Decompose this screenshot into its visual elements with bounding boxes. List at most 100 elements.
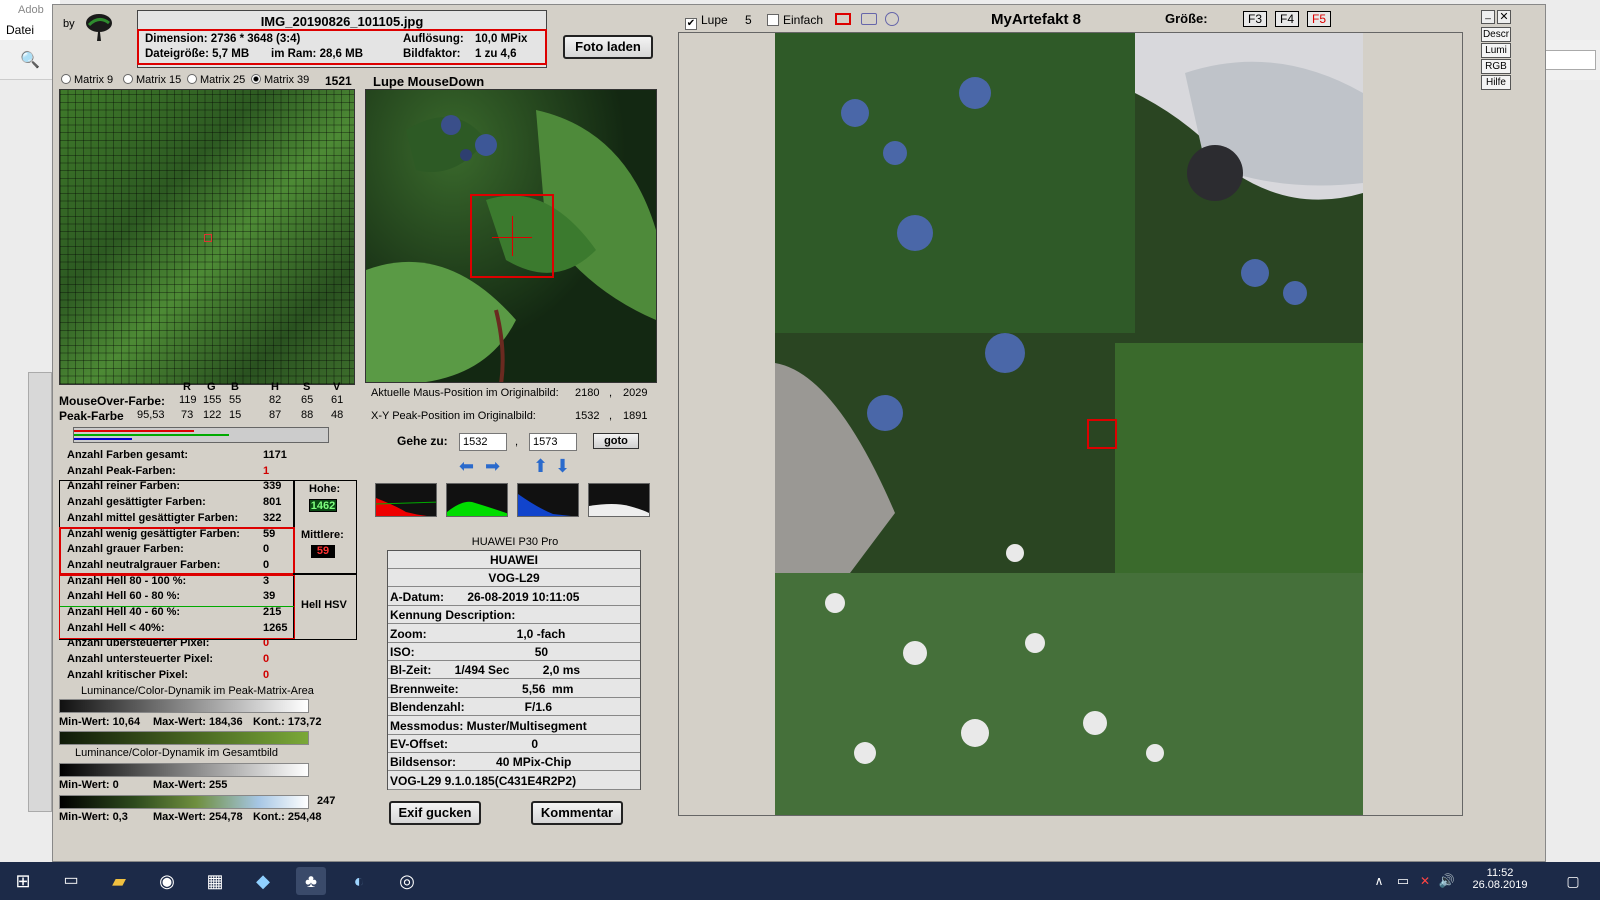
- rgb-button[interactable]: RGB: [1481, 59, 1511, 74]
- peak-contrast-value: Kont.: 173,72: [253, 716, 322, 728]
- stat-value: 1171: [263, 449, 287, 461]
- viewer-icon[interactable]: ◎: [392, 867, 422, 895]
- close-button[interactable]: ✕: [1497, 10, 1511, 24]
- clock-time: 11:52: [1486, 867, 1514, 879]
- peak-color-label: Peak-Farbe: [59, 409, 124, 423]
- exif-row: Blendenzahl: F/1.6: [388, 698, 640, 717]
- exif-row: EV-Offset: 0: [388, 735, 640, 753]
- volume-icon[interactable]: 🔊: [1432, 867, 1462, 895]
- exif-row: Messmodus: Muster/Multisegment: [388, 717, 640, 735]
- file-stats-box: Dimension: 2736 * 3648 (3:4) Auflösung: …: [137, 29, 547, 65]
- descr-button[interactable]: Descr: [1481, 27, 1511, 42]
- total-color-gradient: [59, 795, 309, 809]
- mouseover-r: 119: [179, 394, 197, 406]
- exif-row: Kennung Description:: [388, 606, 640, 625]
- high-label: Hohe:: [309, 483, 341, 495]
- lupe-checkbox[interactable]: ✔ Lupe: [685, 13, 728, 30]
- minimize-button[interactable]: _: [1481, 10, 1495, 24]
- mouse-y: 2029: [623, 387, 648, 399]
- green-histogram: [446, 483, 508, 517]
- background-app-menu[interactable]: Datei: [0, 20, 60, 40]
- exif-row: Zoom: 1,0 -fach: [388, 625, 640, 643]
- arrow-right-icon[interactable]: ➡: [485, 457, 501, 475]
- goto-button[interactable]: goto: [593, 433, 639, 449]
- lumi-button[interactable]: Lumi: [1481, 43, 1511, 58]
- start-icon[interactable]: ⊞: [8, 867, 38, 895]
- matrix-center-marker: [204, 234, 212, 242]
- comment-button[interactable]: Kommentar: [531, 801, 623, 825]
- imagefactor-label: Bildfaktor:: [403, 48, 461, 60]
- goto-x-input[interactable]: 1532: [459, 433, 507, 451]
- hell-hsv-label: Hell HSV: [301, 599, 347, 611]
- task-view-icon[interactable]: ▭: [56, 867, 86, 895]
- total-dynamics-title: Luminance/Color-Dynamik im Gesamtbild: [75, 747, 278, 759]
- file-explorer-icon[interactable]: ▰: [104, 867, 134, 895]
- app-icon-blue[interactable]: ◆: [248, 867, 278, 895]
- medium-label: Mittlere:: [301, 529, 344, 541]
- load-photo-button[interactable]: Foto laden: [563, 35, 653, 59]
- notification-icon[interactable]: ▢: [1558, 867, 1588, 895]
- matrix39-radio[interactable]: Matrix 39: [251, 74, 309, 86]
- mouse-x: 2180: [575, 387, 600, 399]
- circle-shape-icon[interactable]: [885, 12, 899, 26]
- photoshop-taskbar-icon[interactable]: ◐: [344, 867, 374, 895]
- resolution-value: 10,0 MPix: [475, 33, 528, 45]
- color-level-bar: [73, 427, 329, 443]
- app-title: MyArtefakt 8: [991, 11, 1082, 28]
- magnifier-selection: [470, 194, 554, 278]
- resolution-label: Auflösung:: [403, 33, 464, 45]
- arrow-left-icon[interactable]: ⬅: [459, 457, 475, 475]
- matrix15-radio[interactable]: Matrix 15: [123, 74, 181, 86]
- stat-value: 0: [263, 653, 270, 666]
- mouseover-color-label: MouseOver-Farbe:: [59, 394, 166, 408]
- stat-value: 0: [263, 668, 270, 681]
- color-gradient-count: 247: [317, 795, 336, 807]
- clock-date: 26.08.2019: [1472, 879, 1528, 891]
- arrow-up-icon[interactable]: ⬆: [533, 457, 549, 475]
- taskbar-clock[interactable]: 11:52 26.08.2019: [1470, 867, 1530, 891]
- exif-row: VOG-L29 9.1.0.185(C431E4R2P2): [388, 772, 640, 790]
- goto-y-input[interactable]: 1573: [529, 433, 577, 451]
- mouse-position-label: Aktuelle Maus-Position im Originalbild:: [371, 387, 559, 399]
- image-canvas[interactable]: [678, 32, 1463, 816]
- f4-button[interactable]: F4: [1275, 11, 1299, 27]
- peak-b: 15: [229, 409, 242, 421]
- exif-button[interactable]: Exif gucken: [389, 801, 481, 825]
- rounded-rect-icon[interactable]: [861, 13, 877, 25]
- lupe-number: 5: [745, 13, 752, 27]
- background-right-panel: [1540, 40, 1600, 80]
- matrix9-radio[interactable]: Matrix 9: [61, 74, 113, 86]
- magnifier-view[interactable]: [365, 89, 657, 383]
- calculator-icon[interactable]: ▦: [200, 867, 230, 895]
- stat-label: Anzahl kritischer Pixel:: [67, 668, 189, 681]
- total-min-value: Min-Wert: 0: [59, 779, 119, 791]
- zoom-icon[interactable]: 🔍: [20, 50, 40, 70]
- exif-row: Bildsensor: 40 MPix-Chip: [388, 753, 640, 772]
- col-head-s: S: [303, 381, 311, 393]
- matrix25-radio[interactable]: Matrix 25: [187, 74, 245, 86]
- luminance-histogram: [588, 483, 650, 517]
- chrome-icon[interactable]: ◉: [152, 867, 182, 895]
- color-contrast-value: Kont.: 254,48: [253, 811, 322, 823]
- mouseover-v: 61: [331, 394, 344, 406]
- rect-shape-icon[interactable]: [835, 13, 851, 25]
- arrow-down-icon[interactable]: ⬇: [555, 457, 571, 475]
- peak-s: 88: [301, 409, 314, 421]
- side-button-group: Descr Lumi RGB Hilfe: [1481, 27, 1513, 91]
- windows-taskbar: ⊞ ▭ ▰ ◉ ▦ ◆ ♣ ◐ ◎ ∧ ▭ ✕ 🔊 11:52 26.08.20…: [0, 862, 1600, 900]
- f3-button[interactable]: F3: [1243, 11, 1267, 27]
- blue-histogram: [517, 483, 579, 517]
- myartefakt-taskbar-icon[interactable]: ♣: [296, 867, 326, 895]
- peak-position-label: X-Y Peak-Position im Originalbild:: [371, 410, 536, 422]
- col-head-h: H: [271, 381, 279, 393]
- stat-label: Anzahl untersteuerter Pixel:: [67, 653, 214, 666]
- mouseover-g: 155: [203, 394, 222, 406]
- color-matrix-grid[interactable]: [59, 89, 355, 385]
- imagefactor-value: 1 zu 4,6: [475, 48, 517, 60]
- hilfe-button[interactable]: Hilfe: [1481, 75, 1511, 90]
- lupe-mode-label: Lupe MouseDown: [373, 74, 485, 89]
- peak-h: 87: [269, 409, 282, 421]
- einfach-checkbox[interactable]: Einfach: [767, 13, 823, 27]
- photo-preview[interactable]: [775, 33, 1363, 815]
- f5-button[interactable]: F5: [1307, 11, 1331, 27]
